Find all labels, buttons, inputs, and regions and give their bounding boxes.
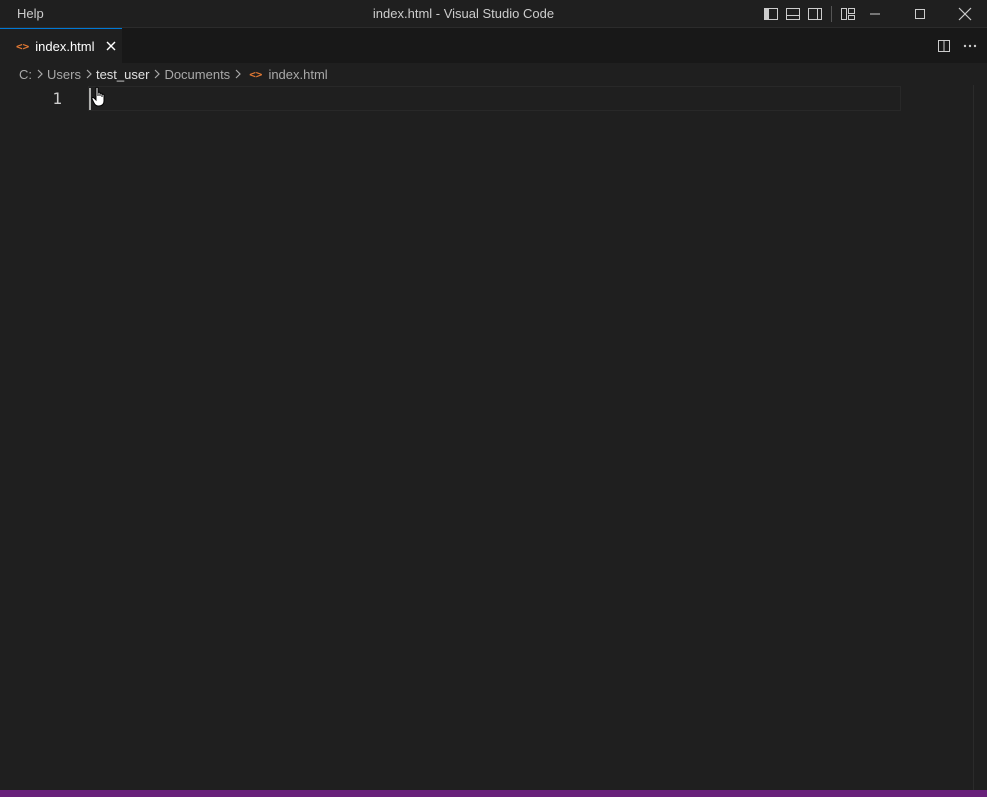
tab-label: index.html [35, 38, 95, 54]
breadcrumb-item-documents[interactable]: Documents [164, 67, 230, 82]
more-actions-icon[interactable] [957, 36, 983, 56]
breadcrumb-item-test-user[interactable]: test_user [96, 67, 149, 82]
window-controls [852, 0, 987, 28]
breadcrumb: C: Users test_user Documents <> index.ht… [0, 63, 987, 85]
close-icon[interactable] [942, 0, 987, 28]
chevron-right-icon [232, 68, 244, 80]
split-editor-icon[interactable] [931, 36, 957, 56]
editor-actions [931, 36, 983, 56]
toggle-primary-sidebar-icon[interactable] [760, 4, 782, 24]
tab-index-html[interactable]: <> index.html [0, 28, 122, 63]
toggle-panel-icon[interactable] [782, 4, 804, 24]
current-line-highlight [88, 86, 901, 111]
html-file-icon: <> [249, 67, 263, 81]
line-number: 1 [52, 89, 62, 108]
editor-area[interactable]: 1 [0, 85, 987, 790]
vertical-scrollbar[interactable] [973, 85, 987, 790]
breadcrumb-item-users[interactable]: Users [47, 67, 81, 82]
chevron-right-icon [34, 68, 46, 80]
maximize-icon[interactable] [897, 0, 942, 28]
html-file-icon: <> [16, 39, 30, 53]
chevron-right-icon [151, 68, 163, 80]
minimize-icon[interactable] [852, 0, 897, 28]
chevron-right-icon [83, 68, 95, 80]
breadcrumb-item-drive[interactable]: C: [19, 67, 32, 82]
tab-bar: <> index.html [0, 28, 987, 63]
layout-controls [760, 4, 859, 24]
status-bar [0, 790, 987, 797]
title-bar: Help index.html - Visual Studio Code [0, 0, 987, 28]
toggle-secondary-sidebar-icon[interactable] [804, 4, 826, 24]
title-separator [831, 6, 832, 22]
hand-pointer-icon [91, 86, 109, 108]
tab-close-icon[interactable] [103, 38, 119, 54]
breadcrumb-item-file[interactable]: index.html [268, 67, 327, 82]
